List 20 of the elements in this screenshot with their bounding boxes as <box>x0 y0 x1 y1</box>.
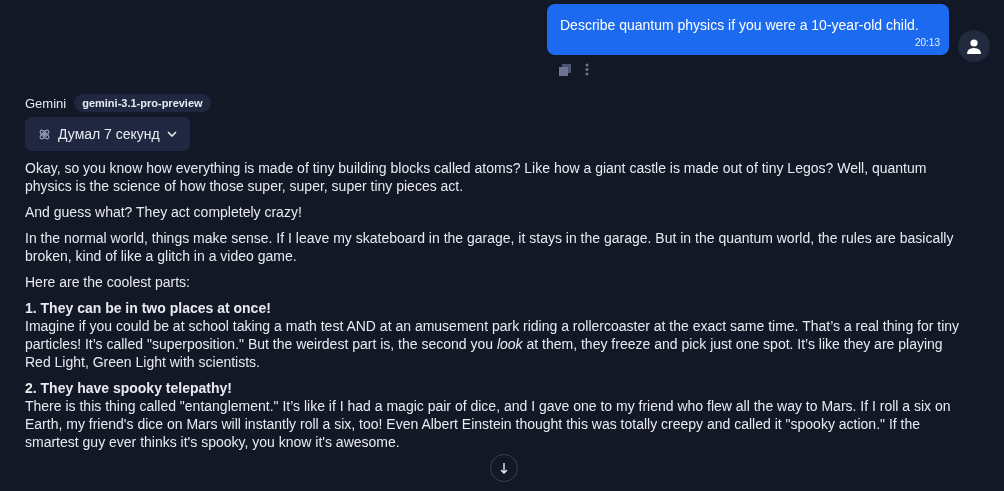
scroll-down-button[interactable] <box>489 454 518 482</box>
section-heading: 1. They can be in two places at once! <box>25 299 272 317</box>
message-text: Describe quantum physics if you were a 10-year-old child. <box>560 17 919 33</box>
more-options-icon[interactable] <box>585 63 589 76</box>
paragraph: Imagine if you could be at school taking a math test AND at an amusement park riding a rollercoaster at the exact same time. That’s a real thing for tiny particles! It’s called "superposition." But the weirdest part is, the second you look at them, they freeze and pick just one spot. It’s like they are playing Red Light, Green Light with scientists. <box>25 317 961 371</box>
arrow-down-icon <box>499 462 508 474</box>
user-icon <box>967 38 981 54</box>
model-badge: gemini-3.1-pro-preview <box>74 94 211 112</box>
section-heading: 2. They have spooky telepathy! <box>25 379 233 397</box>
thinking-toggle[interactable]: Думал 7 секунд <box>25 117 190 151</box>
paragraph: There is this thing called "entanglement." It’s like if I had a magic pair of dice, and I gave one to my friend who flew all the way to Mars. If I roll a six on Earth, my friend's dice on Mars will instantly roll a six, too! Even Albert Einstein thought this was totally creepy and called it "spooky action." If the smartest guy ever thinks it's spooky, you know it's awesome. <box>25 397 952 451</box>
paragraph: In the normal world, things make sense. If I leave my skateboard in the garage, it stays in the garage. But in the quantum world, the rules are basically broken, kind of like a glitch in a video game. <box>25 229 955 265</box>
assistant-name: Gemini <box>25 95 67 111</box>
message-time: 20:13 <box>914 37 940 48</box>
paragraph: And guess what? They act completely crazy! <box>25 203 303 221</box>
paragraph: Here are the coolest parts: <box>25 273 191 291</box>
chevron-icon <box>166 131 177 137</box>
copy-icon[interactable] <box>559 63 571 76</box>
paragraph: Okay, so you know how everything is made of tiny building blocks called atoms? Like how a giant castle is made out of tiny Legos? Well, quantum physics is the science of how those super, super, super tiny pieces act. <box>25 159 928 195</box>
atom-icon <box>38 127 51 141</box>
